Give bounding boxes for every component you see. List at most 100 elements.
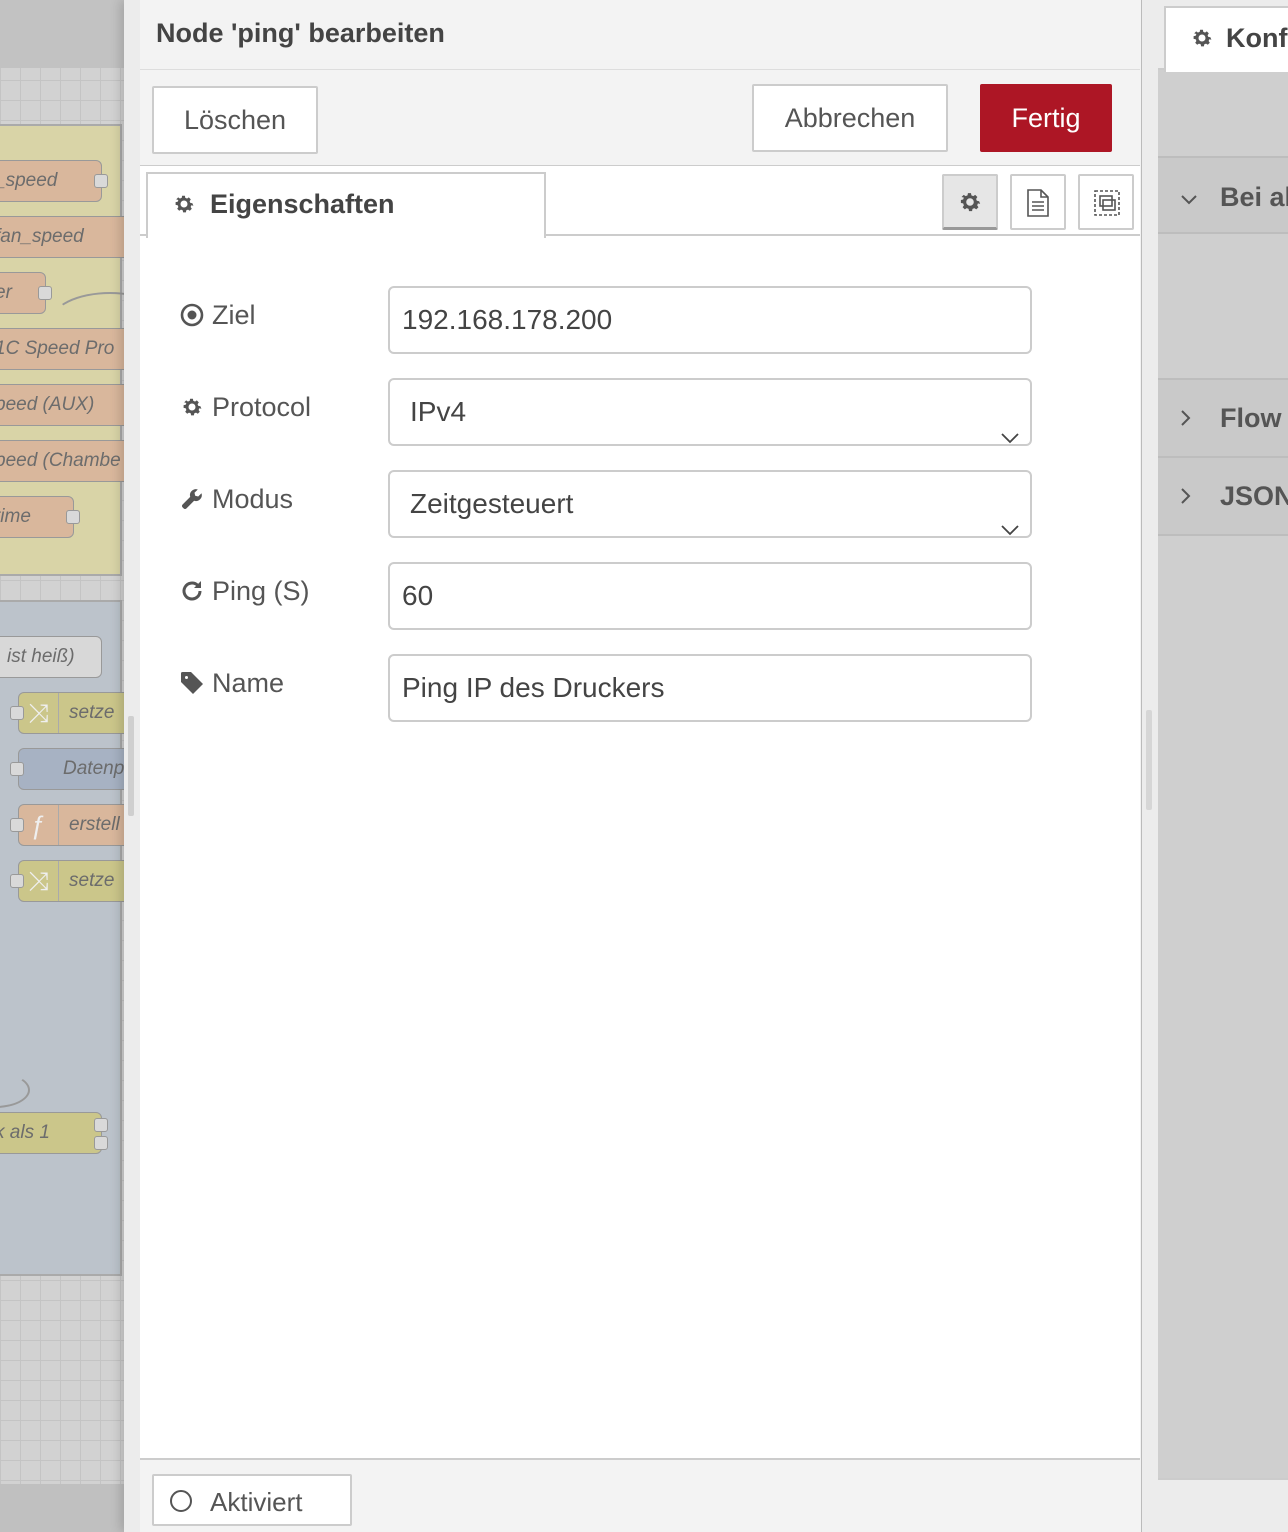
sidebar-footer: [1158, 1478, 1288, 1532]
enabled-toggle-label: Aktiviert: [210, 1487, 303, 1517]
node-port[interactable]: [94, 1118, 108, 1132]
name-label: Name: [180, 668, 284, 702]
node-port[interactable]: [94, 1136, 108, 1150]
gear-icon: [180, 395, 206, 426]
chevron-down-icon: [1000, 496, 1020, 560]
flow-node-change[interactable]: ⤨ setze: [18, 692, 140, 734]
flow-node-label: Datenp: [63, 758, 125, 779]
flow-node-function[interactable]: ƒ erstell: [18, 804, 140, 846]
target-label-text: Ziel: [212, 300, 256, 330]
flow-node-label: fan_speed: [0, 226, 84, 247]
flow-node[interactable]: Datenp: [18, 748, 140, 790]
mode-select-value: Zeitgesteuert: [410, 488, 574, 519]
target-input[interactable]: 192.168.178.200: [388, 286, 1032, 354]
tray-resize-handle[interactable]: [128, 716, 134, 816]
sidebar-tab-config[interactable]: Konf: [1164, 6, 1288, 72]
sidebar-section[interactable]: Flow: [1158, 380, 1288, 458]
flow-node-label: _speed: [0, 170, 58, 191]
node-description-button[interactable]: [1010, 174, 1066, 230]
chevron-right-icon: [1180, 458, 1200, 534]
done-button[interactable]: Fertig: [980, 84, 1112, 152]
sidebar-section[interactable]: Bei al: [1158, 156, 1288, 234]
protocol-select[interactable]: IPv4: [388, 378, 1032, 446]
ping-interval-label-text: Ping (S): [212, 576, 310, 606]
sidebar-section[interactable]: JSON: [1158, 458, 1288, 536]
mode-select[interactable]: Zeitgesteuert: [388, 470, 1032, 538]
sidebar-section-label: Flow: [1220, 403, 1282, 433]
node-port[interactable]: [10, 818, 24, 832]
protocol-label: Protocol: [180, 392, 311, 426]
gear-icon: [172, 177, 198, 237]
node-port[interactable]: [66, 510, 80, 524]
node-port[interactable]: [10, 762, 24, 776]
flow-node[interactable]: fan_speed: [0, 216, 130, 258]
node-port[interactable]: [10, 874, 24, 888]
flow-node-label: time: [0, 506, 31, 527]
tray-body: Eigenschaften Ziel 192.168.178.200 Proto…: [140, 166, 1140, 1458]
flow-node-label: ist heiß): [7, 646, 75, 667]
name-label-text: Name: [212, 668, 285, 698]
chevron-right-icon: [1180, 380, 1200, 456]
tray-toolbar: Löschen Abbrechen Fertig: [140, 70, 1140, 166]
sidebar-tab-label: Konf: [1226, 23, 1288, 53]
gear-icon: [1190, 11, 1216, 71]
sidebar-resize-handle[interactable]: [1146, 710, 1152, 810]
node-settings-button[interactable]: [942, 174, 998, 230]
node-port[interactable]: [94, 174, 108, 188]
flow-node[interactable]: peed (Chambe: [0, 440, 130, 482]
flow-workspace[interactable]: _speed fan_speed er 1C Speed Pro peed (A…: [0, 0, 140, 1532]
refresh-icon: [180, 579, 206, 610]
ping-interval-label: Ping (S): [180, 576, 310, 610]
target-label: Ziel: [180, 300, 256, 334]
delete-button[interactable]: Löschen: [152, 86, 318, 154]
flow-node[interactable]: time: [0, 496, 74, 538]
form-row-ping-interval: Ping (S) 60: [140, 562, 1140, 630]
wrench-icon: [180, 487, 206, 518]
form-row-name: Name Ping IP des Druckers: [140, 654, 1140, 722]
shuffle-icon: ⤨: [19, 861, 59, 901]
ping-interval-input[interactable]: 60: [388, 562, 1032, 630]
dot-circle-icon: [180, 303, 206, 334]
protocol-label-text: Protocol: [212, 392, 312, 422]
circle-icon: [170, 1490, 192, 1512]
chevron-down-icon: [1000, 404, 1020, 468]
flow-node-label: k als 1: [0, 1122, 50, 1143]
flow-node-label: 1C Speed Pro: [0, 338, 115, 359]
flow-node-label: setze: [69, 870, 115, 891]
mode-label-text: Modus: [212, 484, 294, 514]
cancel-button[interactable]: Abbrechen: [752, 84, 948, 152]
tab-properties[interactable]: Eigenschaften: [146, 172, 546, 238]
flow-node-change[interactable]: ⤨ setze: [18, 860, 140, 902]
sidebar: Konf Bei al Flow JSON: [1158, 0, 1288, 1532]
tag-icon: [180, 671, 206, 702]
tab-properties-label: Eigenschaften: [210, 189, 395, 219]
sidebar-section-body: [1158, 234, 1288, 380]
function-icon: ƒ: [19, 805, 59, 845]
flow-node-label: er: [0, 282, 12, 303]
flow-node[interactable]: _speed: [0, 160, 102, 202]
mode-label: Modus: [180, 484, 293, 518]
enabled-toggle[interactable]: Aktiviert: [152, 1474, 352, 1526]
flow-node-label: peed (AUX): [0, 394, 95, 415]
node-port[interactable]: [38, 286, 52, 300]
flow-node[interactable]: peed (AUX): [0, 384, 130, 426]
workspace-tabbar: [0, 0, 140, 68]
sidebar-section-label: JSON: [1220, 481, 1288, 511]
flow-node-label: erstell: [69, 814, 120, 835]
shuffle-icon: ⤨: [19, 693, 59, 733]
form-row-target: Ziel 192.168.178.200: [140, 286, 1140, 354]
node-port[interactable]: [10, 706, 24, 720]
chevron-down-icon: [1180, 158, 1200, 236]
form-row-mode: Modus Zeitgesteuert: [140, 470, 1140, 538]
protocol-select-value: IPv4: [410, 396, 467, 427]
flow-node[interactable]: 1C Speed Pro: [0, 328, 130, 370]
flow-node[interactable]: k als 1: [0, 1112, 102, 1154]
flow-node-label: setze: [69, 702, 115, 723]
flow-node[interactable]: ist heiß): [0, 636, 102, 678]
form-row-protocol: Protocol IPv4: [140, 378, 1140, 446]
tray-footer: Aktiviert: [140, 1458, 1140, 1532]
tray-tabbar: Eigenschaften: [140, 166, 1140, 238]
name-input[interactable]: Ping IP des Druckers: [388, 654, 1032, 722]
node-appearance-button[interactable]: [1078, 174, 1134, 230]
tray-title: Node 'ping' bearbeiten: [156, 18, 445, 48]
